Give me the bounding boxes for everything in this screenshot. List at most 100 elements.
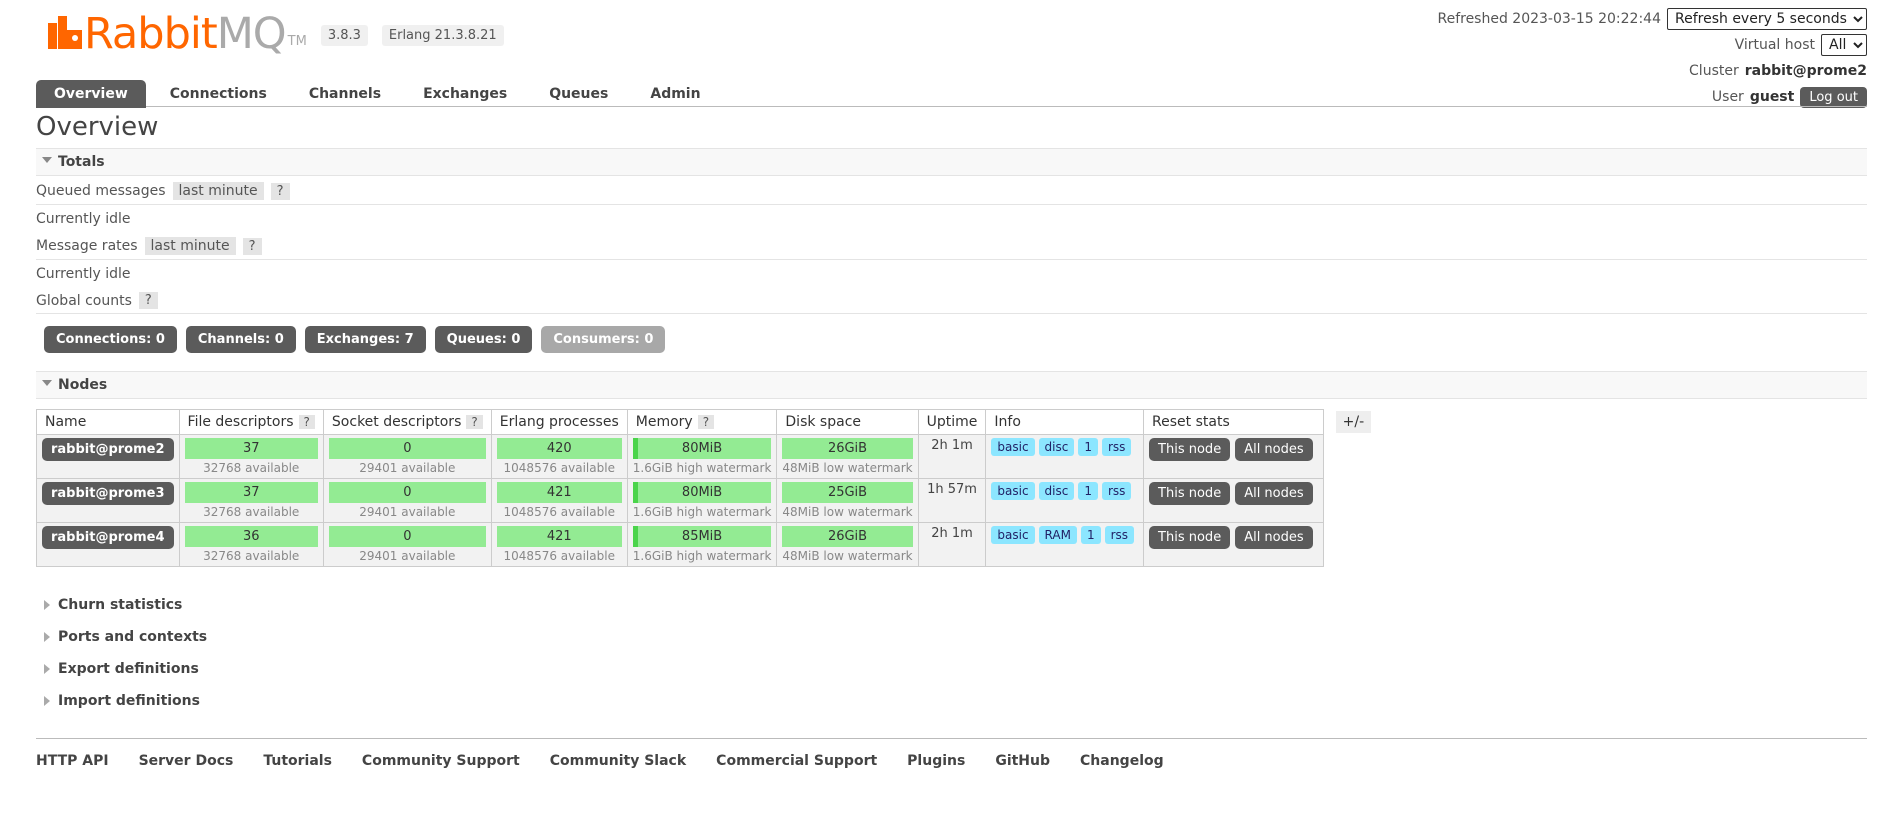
count-label: Queues:: [446, 332, 507, 347]
column-header-reset-stats[interactable]: Reset stats: [1143, 409, 1324, 435]
node-link[interactable]: rabbit@prome2: [42, 438, 174, 461]
gauge-sub: 48MiB low watermark: [782, 505, 913, 519]
message-rates-period-chip[interactable]: last minute: [144, 237, 236, 255]
gauge-sub: 29401 available: [359, 461, 456, 475]
info-tag[interactable]: basic: [991, 438, 1035, 456]
footer-link-server-docs[interactable]: Server Docs: [139, 753, 234, 769]
reset-stats-cell: This node All nodes: [1143, 522, 1324, 567]
reset-all-nodes-button[interactable]: All nodes: [1235, 438, 1313, 461]
tab-link-overview[interactable]: Overview: [36, 80, 146, 108]
column-header-disk-space[interactable]: Disk space: [776, 409, 919, 435]
global-counts-label: Global counts: [36, 292, 132, 309]
count-button-connections[interactable]: Connections: 0: [44, 326, 177, 353]
gauge-value: 80MiB: [632, 438, 772, 459]
socket-descriptors-cell: 0 29401 available: [322, 522, 492, 567]
tab-link-channels[interactable]: Channels: [291, 80, 399, 108]
info-tag[interactable]: basic: [991, 482, 1035, 500]
section-header-nodes[interactable]: Nodes: [36, 371, 1867, 399]
reset-all-nodes-button[interactable]: All nodes: [1235, 526, 1313, 549]
info-tag[interactable]: rss: [1104, 526, 1135, 544]
footer-link-community-slack[interactable]: Community Slack: [550, 753, 686, 769]
gauge-sub: 32768 available: [203, 505, 300, 519]
nav-tab-channels[interactable]: Channels: [291, 80, 399, 108]
section-header-import-definitions[interactable]: Import definitions: [36, 685, 1867, 717]
page-footer: HTTP API Server Docs Tutorials Community…: [36, 738, 1867, 769]
count-button-queues[interactable]: Queues: 0: [434, 326, 533, 353]
nodes-header-row: Name File descriptors? Socket descriptor…: [36, 409, 1324, 435]
tab-link-queues[interactable]: Queues: [531, 80, 626, 108]
footer-link-http-api[interactable]: HTTP API: [36, 753, 109, 769]
info-tag[interactable]: rss: [1102, 482, 1132, 500]
node-link[interactable]: rabbit@prome4: [42, 526, 174, 549]
footer-item: Tutorials: [263, 751, 332, 769]
queued-messages-period-chip[interactable]: last minute: [172, 182, 264, 200]
column-header-file-descriptors[interactable]: File descriptors?: [178, 409, 324, 435]
count-value: 0: [644, 332, 654, 347]
info-tag[interactable]: rss: [1102, 438, 1132, 456]
section-label-churn-statistics: Churn statistics: [58, 597, 183, 613]
info-tag[interactable]: basic: [991, 526, 1035, 544]
reset-this-node-button[interactable]: This node: [1149, 526, 1231, 549]
count-value: 7: [404, 332, 414, 347]
column-header-memory[interactable]: Memory?: [626, 409, 778, 435]
rabbitmq-logo[interactable]: Rabbit MQ TM 3.8.3 Erlang 21.3.8.21: [48, 13, 504, 56]
column-header-uptime[interactable]: Uptime: [917, 409, 987, 435]
toggle-columns-button[interactable]: +/-: [1335, 411, 1372, 433]
help-icon[interactable]: ?: [270, 182, 290, 200]
info-tag[interactable]: 1: [1078, 482, 1098, 500]
reset-this-node-button[interactable]: This node: [1149, 438, 1231, 461]
info-tag[interactable]: RAM: [1038, 526, 1077, 544]
nodes-table: Name File descriptors? Socket descriptor…: [36, 409, 1324, 567]
column-header-name[interactable]: Name: [36, 409, 180, 435]
help-icon[interactable]: ?: [697, 415, 715, 429]
nav-tab-admin[interactable]: Admin: [632, 80, 718, 108]
gauge-sub: 48MiB low watermark: [782, 549, 913, 563]
nav-tab-queues[interactable]: Queues: [531, 80, 626, 108]
footer-link-community-support[interactable]: Community Support: [362, 753, 520, 769]
info-tag[interactable]: 1: [1080, 526, 1101, 544]
node-link[interactable]: rabbit@prome3: [42, 482, 174, 505]
footer-link-changelog[interactable]: Changelog: [1080, 753, 1164, 769]
column-header-erlang-processes[interactable]: Erlang processes: [490, 409, 628, 435]
nav-tab-overview[interactable]: Overview: [36, 80, 146, 108]
cluster-row: Cluster rabbit@prome2: [1437, 60, 1867, 82]
help-icon[interactable]: ?: [138, 292, 158, 309]
footer-item: Plugins: [907, 751, 965, 769]
chevron-down-icon: [42, 157, 52, 163]
gauge: 36 32768 available: [184, 526, 318, 563]
reset-this-node-button[interactable]: This node: [1149, 482, 1231, 505]
help-icon[interactable]: ?: [298, 415, 315, 429]
info-tag[interactable]: disc: [1038, 482, 1075, 500]
gauge-value: 421: [496, 526, 622, 547]
footer-link-plugins[interactable]: Plugins: [907, 753, 965, 769]
column-header-info[interactable]: Info: [985, 409, 1145, 435]
column-header-socket-descriptors[interactable]: Socket descriptors?: [322, 409, 492, 435]
reset-all-nodes-button[interactable]: All nodes: [1235, 482, 1313, 505]
nav-tab-connections[interactable]: Connections: [152, 80, 285, 108]
section-header-totals[interactable]: Totals: [36, 148, 1867, 176]
nav-tab-exchanges[interactable]: Exchanges: [405, 80, 525, 108]
section-header-churn-statistics[interactable]: Churn statistics: [36, 589, 1867, 621]
footer-link-commercial-support[interactable]: Commercial Support: [716, 753, 877, 769]
section-header-ports-and-contexts[interactable]: Ports and contexts: [36, 621, 1867, 653]
footer-link-tutorials[interactable]: Tutorials: [263, 753, 332, 769]
vhost-select[interactable]: All: [1821, 34, 1867, 56]
tab-link-admin[interactable]: Admin: [632, 80, 718, 108]
footer-link-github[interactable]: GitHub: [995, 753, 1050, 769]
count-button-consumers[interactable]: Consumers: 0: [541, 326, 666, 353]
nodes-table-head: Name File descriptors? Socket descriptor…: [36, 409, 1324, 435]
info-tag[interactable]: disc: [1038, 438, 1075, 456]
cluster-label: Cluster: [1689, 63, 1739, 79]
section-header-export-definitions[interactable]: Export definitions: [36, 653, 1867, 685]
info-tag[interactable]: 1: [1078, 438, 1098, 456]
tab-link-connections[interactable]: Connections: [152, 80, 285, 108]
help-icon[interactable]: ?: [466, 415, 483, 429]
count-value: 0: [155, 332, 165, 347]
gauge-value: 0: [328, 526, 486, 547]
count-button-exchanges[interactable]: Exchanges: 7: [304, 326, 426, 353]
help-icon[interactable]: ?: [242, 237, 262, 255]
count-button-channels[interactable]: Channels: 0: [185, 326, 296, 353]
refresh-interval-select[interactable]: Refresh every 5 seconds: [1667, 8, 1867, 30]
tab-link-exchanges[interactable]: Exchanges: [405, 80, 525, 108]
global-counts-header: Global counts ?: [36, 286, 1867, 314]
